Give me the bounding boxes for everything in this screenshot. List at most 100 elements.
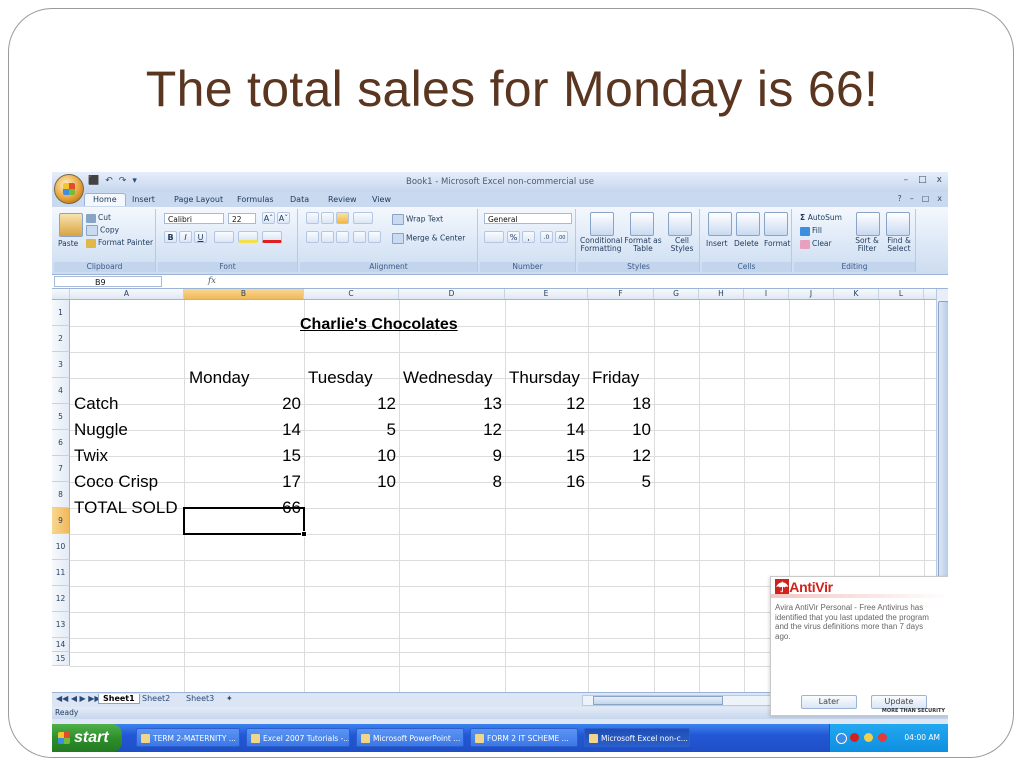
header-cell-wednesday[interactable]: Wednesday: [403, 368, 492, 388]
tab-home[interactable]: Home: [84, 193, 126, 206]
taskbar-item[interactable]: TERM 2-MATERNITY ...: [136, 728, 240, 747]
align-left-icon[interactable]: [306, 231, 319, 243]
value-cell[interactable]: 14: [505, 420, 585, 440]
value-cell[interactable]: 12: [399, 420, 502, 440]
value-cell[interactable]: 5: [304, 420, 396, 440]
underline-button[interactable]: U: [194, 231, 207, 243]
tab-data[interactable]: Data: [290, 195, 309, 204]
align-top-icon[interactable]: [306, 212, 319, 224]
insert-sheet-icon[interactable]: ✦: [226, 694, 233, 703]
header-cell-tuesday[interactable]: Tuesday: [308, 368, 373, 388]
maximize-button[interactable]: □: [918, 175, 927, 185]
shrink-font-button[interactable]: Aˇ: [277, 212, 290, 224]
active-cell-b9[interactable]: [183, 507, 307, 537]
grow-font-button[interactable]: Aˆ: [262, 212, 275, 224]
sheet-tab-1[interactable]: Sheet1: [98, 694, 140, 704]
fill-button[interactable]: Fill: [800, 226, 822, 236]
help-icon[interactable]: ?: [897, 194, 901, 203]
value-cell[interactable]: 8: [399, 472, 502, 492]
row-header-13[interactable]: 13: [52, 612, 70, 638]
delete-button[interactable]: Delete: [734, 239, 759, 248]
value-cell[interactable]: 12: [588, 446, 651, 466]
insert-cells-icon[interactable]: [708, 212, 732, 236]
paste-button[interactable]: Paste: [58, 239, 78, 248]
value-cell[interactable]: 15: [184, 446, 301, 466]
value-cell[interactable]: 16: [505, 472, 585, 492]
tab-view[interactable]: View: [372, 195, 391, 204]
column-header-e[interactable]: E: [505, 289, 588, 299]
taskbar-item[interactable]: FORM 2 IT SCHEME ...: [470, 728, 578, 747]
column-header-c[interactable]: C: [304, 289, 399, 299]
column-header-h[interactable]: H: [699, 289, 744, 299]
decrease-decimal-button[interactable]: .00: [555, 231, 568, 243]
value-cell[interactable]: 5: [588, 472, 651, 492]
value-cell[interactable]: 13: [399, 394, 502, 414]
tab-formulas[interactable]: Formulas: [237, 195, 274, 204]
paste-icon[interactable]: [59, 213, 83, 237]
value-cell[interactable]: 10: [304, 446, 396, 466]
increase-indent-icon[interactable]: [368, 231, 381, 243]
column-header-k[interactable]: K: [834, 289, 879, 299]
currency-icon[interactable]: [484, 231, 504, 243]
clear-button[interactable]: Clear: [800, 239, 832, 249]
align-bottom-icon[interactable]: [336, 212, 349, 224]
copy-button[interactable]: Copy: [86, 225, 119, 236]
comma-button[interactable]: ,: [522, 231, 535, 243]
value-cell[interactable]: 14: [184, 420, 301, 440]
column-header-f[interactable]: F: [588, 289, 654, 299]
decrease-indent-icon[interactable]: [353, 231, 366, 243]
row-header-14[interactable]: 14: [52, 638, 70, 652]
font-color-icon[interactable]: [262, 231, 282, 243]
row-header-3[interactable]: 3: [52, 352, 70, 378]
orientation-icon[interactable]: [353, 212, 373, 224]
header-cell-monday[interactable]: Monday: [189, 368, 249, 388]
workbook-close-button[interactable]: x: [937, 194, 942, 203]
product-cell[interactable]: Coco Crisp: [74, 472, 158, 492]
select-all-corner[interactable]: [52, 289, 70, 299]
tab-insert[interactable]: Insert: [132, 195, 155, 204]
row-header-15[interactable]: 15: [52, 652, 70, 666]
security-icon[interactable]: [878, 733, 887, 742]
delete-cells-icon[interactable]: [736, 212, 760, 236]
workbook-restore-button[interactable]: □: [922, 194, 930, 203]
align-center-icon[interactable]: [321, 231, 334, 243]
cell-styles-button[interactable]: Cell Styles: [668, 237, 696, 253]
header-cell-friday[interactable]: Friday: [592, 368, 639, 388]
font-size-select[interactable]: 22: [228, 213, 256, 224]
value-cell[interactable]: 9: [399, 446, 502, 466]
workbook-minimize-button[interactable]: –: [910, 194, 914, 203]
value-cell[interactable]: 20: [184, 394, 301, 414]
sort-filter-button[interactable]: Sort & Filter: [852, 237, 882, 253]
sort-filter-icon[interactable]: [856, 212, 880, 236]
sheet-title[interactable]: Charlie's Chocolates: [300, 316, 458, 334]
tab-page-layout[interactable]: Page Layout: [174, 195, 223, 204]
name-box[interactable]: B9: [54, 276, 162, 287]
avira-update-button[interactable]: Update: [871, 695, 927, 709]
find-binoculars-icon[interactable]: [886, 212, 910, 236]
merge-center-button[interactable]: Merge & Center: [392, 233, 465, 244]
bold-button[interactable]: B: [164, 231, 177, 243]
number-format-select[interactable]: General: [484, 213, 572, 224]
increase-decimal-button[interactable]: .0: [540, 231, 553, 243]
align-right-icon[interactable]: [336, 231, 349, 243]
minimize-button[interactable]: –: [904, 175, 909, 185]
row-header-10[interactable]: 10: [52, 534, 70, 560]
total-label-cell[interactable]: TOTAL SOLD: [74, 498, 178, 518]
value-cell[interactable]: 15: [505, 446, 585, 466]
start-button[interactable]: start: [52, 724, 122, 752]
row-header-4[interactable]: 4: [52, 378, 70, 404]
avira-later-button[interactable]: Later: [801, 695, 857, 709]
network-icon[interactable]: [836, 733, 847, 744]
wrap-text-button[interactable]: Wrap Text: [392, 214, 443, 225]
row-header-1[interactable]: 1: [52, 300, 70, 326]
format-painter-button[interactable]: Format Painter: [86, 238, 153, 248]
value-cell[interactable]: 10: [588, 420, 651, 440]
taskbar-item[interactable]: Excel 2007 Tutorials -...: [246, 728, 350, 747]
row-header-7[interactable]: 7: [52, 456, 70, 482]
sheet-tab-3[interactable]: Sheet3: [186, 694, 214, 703]
insert-button[interactable]: Insert: [706, 239, 728, 248]
autosum-button[interactable]: Σ AutoSum: [800, 213, 842, 222]
value-cell[interactable]: 12: [304, 394, 396, 414]
office-button[interactable]: [54, 174, 84, 204]
column-header-g[interactable]: G: [654, 289, 699, 299]
